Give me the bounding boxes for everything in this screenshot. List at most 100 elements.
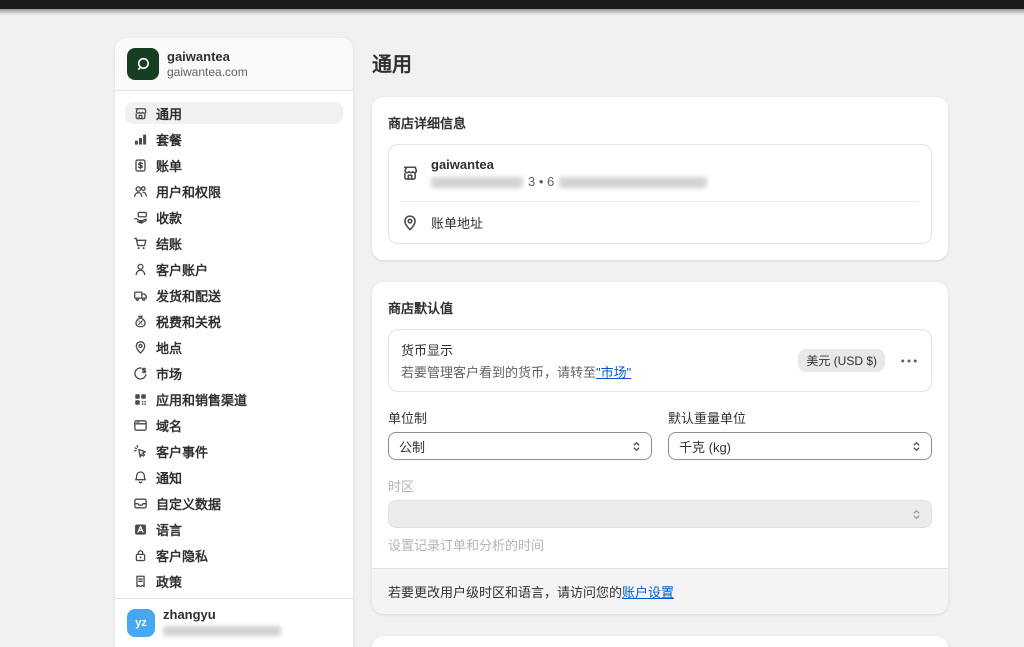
sidebar-item-shipping-delivery[interactable]: 发货和配送 [125,284,343,306]
page-title: 通用 [372,48,948,77]
card-heading: 商店详细信息 [388,113,932,132]
settings-nav: 通用套餐账单用户和权限收款结账客户账户发货和配送税费和关税地点市场应用和销售渠道… [115,91,353,598]
sidebar-item-domains[interactable]: 域名 [125,414,343,436]
redacted-user-email [163,626,281,636]
storefront-icon [401,164,419,182]
store-details-box: gaiwantea 3 • 6 账单地址 [388,144,932,244]
markets-link[interactable]: "市场" [596,365,631,380]
timezone-label: 时区 [388,476,932,495]
card-heading: 商店默认值 [388,298,932,317]
taxes-icon [133,314,148,329]
settings-sidebar: gaiwantea gaiwantea.com 通用套餐账单用户和权限收款结账客… [115,38,353,647]
chevron-updown-icon [630,440,643,453]
bell-icon [133,470,148,485]
sidebar-item-customer-events[interactable]: 客户事件 [125,440,343,462]
customer-icon [133,262,148,277]
sidebar-item-checkout[interactable]: 结账 [125,232,343,254]
sidebar-item-plan[interactable]: 套餐 [125,128,343,150]
location-pin-icon [133,340,148,355]
sidebar-item-locations[interactable]: 地点 [125,336,343,358]
customer-events-icon [133,444,148,459]
sidebar-item-payments[interactable]: 收款 [125,206,343,228]
settings-content: 通用 商店详细信息 gaiwantea 3 • 6 [372,38,948,647]
custom-data-icon [133,496,148,511]
currency-display-title: 货币显示 [401,340,631,359]
chevron-updown-icon [910,508,923,521]
user-avatar: yz [127,609,155,637]
sidebar-item-notifications[interactable]: 通知 [125,466,343,488]
sidebar-item-label: 应用和销售渠道 [156,390,247,409]
markets-icon [133,366,148,381]
currency-display-description: 若要管理客户看到的货币，请转至"市场" [401,362,631,381]
contact-visible-fragment: 3 • 6 [528,174,554,190]
order-id-card: 订单 ID 在订单页面、客户页面和客户订单通知中显示，用于标识订单。 前缀 后缀 [372,636,948,647]
redacted-phone [431,177,523,188]
store-profile-row[interactable]: gaiwantea 3 • 6 [389,145,931,201]
defaults-card-footer: 若要更改用户级时区和语言，请访问您的账户设置 [372,568,948,614]
policies-icon [133,574,148,589]
sidebar-item-label: 用户和权限 [156,182,221,201]
sidebar-item-markets[interactable]: 市场 [125,362,343,384]
store-header[interactable]: gaiwantea gaiwantea.com [115,38,353,91]
admin-topbar [0,0,1024,9]
plan-icon [133,132,148,147]
sidebar-item-label: 自定义数据 [156,494,221,513]
timezone-field: 时区 设置记录订单和分析的时间 [388,476,932,554]
checkout-cart-icon [133,236,148,251]
sidebar-item-users-permissions[interactable]: 用户和权限 [125,180,343,202]
lock-icon [133,548,148,563]
sidebar-item-languages[interactable]: 语言 [125,518,343,540]
currency-display-row: 货币显示 若要管理客户看到的货币，请转至"市场" 美元 (USD $) [388,329,932,392]
sidebar-item-label: 税费和关税 [156,312,221,331]
chevron-updown-icon [910,440,923,453]
billing-address-row[interactable]: 账单地址 [389,202,931,243]
apps-icon [133,392,148,407]
store-domain: gaiwantea.com [167,65,248,80]
redacted-email [559,177,707,188]
sidebar-item-label: 地点 [156,338,182,357]
sidebar-item-customer-privacy[interactable]: 客户隐私 [125,544,343,566]
sidebar-item-label: 客户事件 [156,442,208,461]
sidebar-item-custom-data[interactable]: 自定义数据 [125,492,343,514]
dots-horizontal-icon[interactable] [899,351,919,371]
sidebar-item-policies[interactable]: 政策 [125,570,343,592]
sidebar-item-apps-sales-channels[interactable]: 应用和销售渠道 [125,388,343,410]
sidebar-item-label: 通用 [156,104,182,123]
store-logo-icon [127,48,159,80]
sidebar-item-label: 账单 [156,156,182,175]
sidebar-item-label: 发货和配送 [156,286,221,305]
sidebar-item-label: 通知 [156,468,182,487]
store-profile-name: gaiwantea [431,156,707,173]
location-pin-icon [401,214,419,232]
sidebar-item-label: 结账 [156,234,182,253]
weight-unit-select[interactable]: 千克 (kg) [668,432,932,460]
billing-icon [133,158,148,173]
sidebar-item-label: 语言 [156,520,182,539]
defaults-fields-row: 单位制 公制 默认重量单位 千克 (kg) [388,408,932,460]
payments-icon [133,210,148,225]
billing-address-label: 账单地址 [431,213,483,232]
store-name: gaiwantea [167,49,248,65]
sidebar-item-label: 收款 [156,208,182,227]
sidebar-item-billing[interactable]: 账单 [125,154,343,176]
sidebar-item-label: 客户隐私 [156,546,208,565]
sidebar-item-general[interactable]: 通用 [125,102,343,124]
timezone-select [388,500,932,528]
weight-unit-label: 默认重量单位 [668,408,932,427]
sidebar-item-taxes-duties[interactable]: 税费和关税 [125,310,343,332]
store-contact-line: 3 • 6 [431,174,707,190]
unit-system-select[interactable]: 公制 [388,432,652,460]
sidebar-item-label: 客户账户 [156,260,208,279]
domains-icon [133,418,148,433]
settings-page: gaiwantea gaiwantea.com 通用套餐账单用户和权限收款结账客… [0,15,1024,647]
account-settings-link[interactable]: 账户设置 [622,585,674,600]
users-icon [133,184,148,199]
sidebar-item-label: 市场 [156,364,182,383]
unit-system-label: 单位制 [388,408,652,427]
sidebar-item-label: 套餐 [156,130,182,149]
user-name: zhangyu [163,607,281,622]
sidebar-item-customer-accounts[interactable]: 客户账户 [125,258,343,280]
user-account[interactable]: yz zhangyu [115,598,353,647]
currency-badge: 美元 (USD $) [798,349,885,372]
store-details-card: 商店详细信息 gaiwantea 3 • 6 [372,97,948,260]
